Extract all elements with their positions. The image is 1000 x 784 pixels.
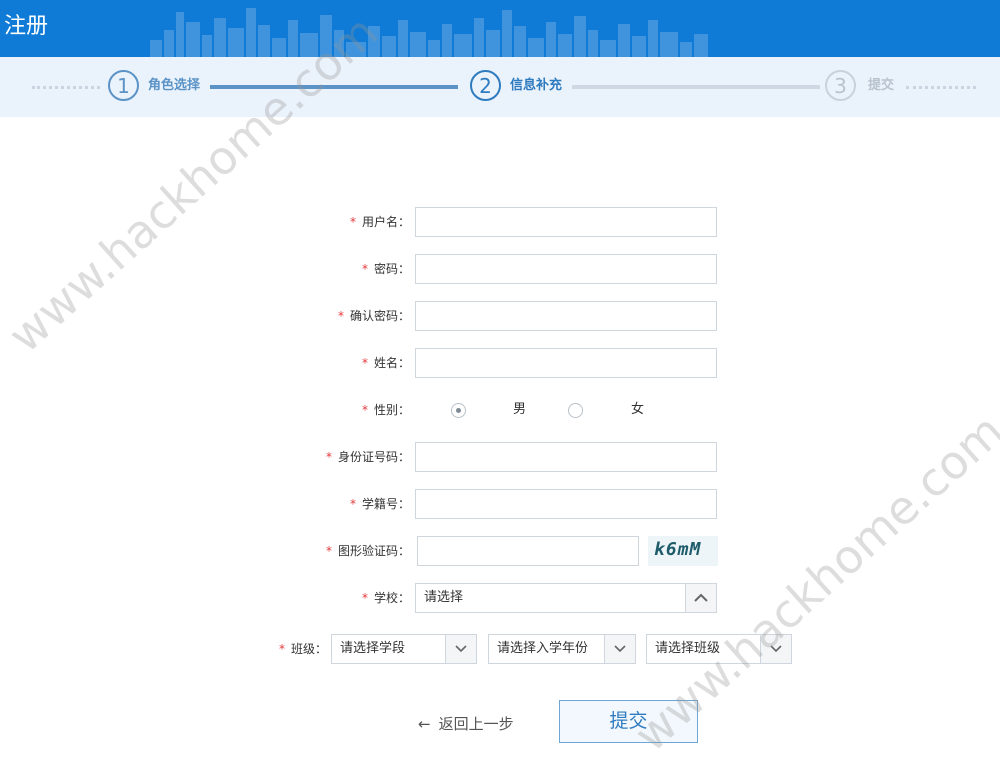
step-3-label: 提交 [868, 78, 895, 93]
page-header: 注册 [0, 0, 1000, 57]
captcha-image[interactable]: k6mM [648, 536, 718, 566]
step-1-circle: 1 [108, 70, 139, 101]
chevron-down-icon[interactable] [604, 635, 635, 663]
step-2-connector [572, 85, 820, 89]
progress-steps: 1 角色选择 2 信息补充 3 提交 [0, 57, 1000, 117]
confirm-password-label: * 确认密码： [337, 309, 410, 323]
captcha-input[interactable] [417, 536, 639, 566]
gender-label: * 性别： [361, 403, 410, 417]
gender-female-radio[interactable] [568, 403, 583, 418]
school-label: * 学校： [361, 591, 410, 605]
id-number-label: * 身份证号码： [325, 450, 410, 464]
password-input[interactable] [415, 254, 717, 284]
student-no-input[interactable] [415, 489, 717, 519]
page-title: 注册 [4, 14, 49, 39]
class-year-value: 请选择入学年份 [497, 641, 589, 656]
captcha-text: k6mM [654, 539, 702, 560]
class-year-select[interactable]: 请选择入学年份 [488, 634, 636, 664]
class-stage-value: 请选择学段 [340, 641, 406, 656]
student-no-label: * 学籍号： [349, 497, 410, 511]
class-stage-select[interactable]: 请选择学段 [331, 634, 477, 664]
class-label: * 班级： [278, 642, 327, 656]
gender-male-label[interactable]: 男 [513, 402, 526, 418]
chevron-down-icon[interactable] [445, 635, 476, 663]
school-select[interactable]: 请选择 [415, 583, 717, 613]
back-button-label: 返回上一步 [438, 715, 514, 733]
back-button[interactable]: ← 返回上一步 [418, 713, 514, 735]
step-2-label: 信息补充 [510, 78, 563, 93]
city-skyline-decoration [150, 8, 708, 57]
name-input[interactable] [415, 348, 717, 378]
gender-female-label[interactable]: 女 [631, 402, 644, 418]
steps-start-dots [32, 86, 100, 89]
gender-male-radio[interactable] [451, 403, 466, 418]
step-3-circle: 3 [825, 70, 856, 101]
username-input[interactable] [415, 207, 717, 237]
arrow-left-icon: ← [418, 715, 431, 733]
captcha-label: * 图形验证码： [325, 544, 410, 558]
school-select-value: 请选择 [424, 590, 464, 605]
id-number-input[interactable] [415, 442, 717, 472]
steps-end-dots [906, 86, 976, 89]
step-2-circle: 2 [470, 70, 501, 101]
name-label: * 姓名： [361, 356, 410, 370]
chevron-up-icon[interactable] [685, 584, 716, 612]
confirm-password-input[interactable] [415, 301, 717, 331]
password-label: * 密码： [361, 262, 410, 276]
step-1-label: 角色选择 [148, 78, 201, 93]
radio-selected-dot [456, 408, 461, 413]
